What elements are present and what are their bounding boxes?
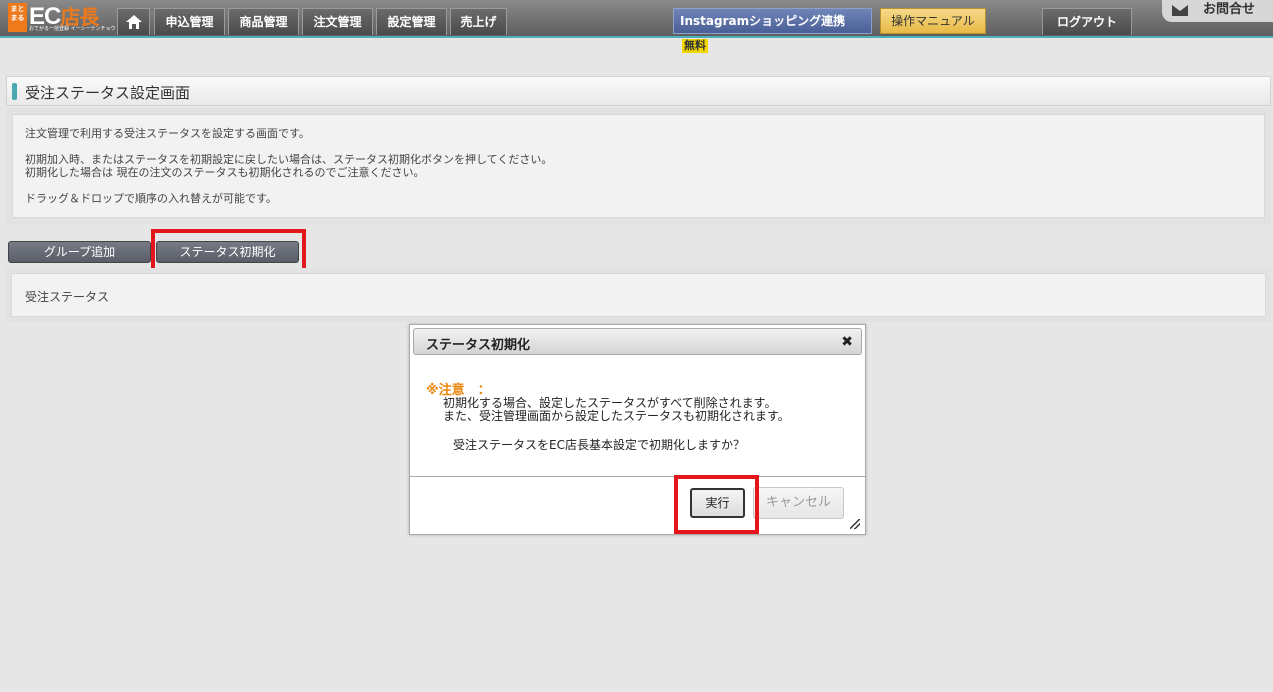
- contact-button[interactable]: お問合せ: [1162, 0, 1273, 22]
- ec-tencho-logo[interactable]: まとまる EC店長 おてがる一括登録 イーシーテンチョウ: [8, 3, 116, 33]
- reset-status-button[interactable]: ステータス初期化: [156, 241, 299, 263]
- dialog-titlebar[interactable]: ステータス初期化 ✖: [413, 328, 862, 355]
- description-line: 初期化した場合は 現在の注文のステータスも初期化されるのでご注意ください。: [25, 166, 425, 179]
- page-header: 受注ステータス設定画面: [6, 76, 1271, 106]
- description-line: ドラッグ＆ドロップで順序の入れ替えが可能です。: [25, 192, 277, 205]
- nav-application-management[interactable]: 申込管理: [154, 8, 225, 35]
- title-accent-bar: [12, 83, 17, 100]
- description-line: 注文管理で利用する受注ステータスを設定する画面です。: [25, 127, 310, 140]
- logout-button[interactable]: ログアウト: [1042, 8, 1132, 35]
- contact-label: お問合せ: [1203, 2, 1256, 17]
- instagram-shopping-link-button[interactable]: Instagramショッピング連携無料: [673, 8, 872, 53]
- execute-button[interactable]: 実行: [690, 488, 745, 518]
- free-badge: 無料: [682, 39, 708, 53]
- description-line: 初期加入時、またはステータスを初期設定に戻したい場合は、ステータス初期化ボタンを…: [25, 153, 553, 166]
- close-icon[interactable]: ✖: [841, 333, 853, 351]
- dialog-body: ※注意 ： 初期化する場合、設定したステータスがすべて削除されます。 また、受注…: [410, 355, 865, 477]
- page-title: 受注ステータス設定画面: [25, 84, 191, 102]
- mail-icon: [1172, 5, 1188, 16]
- add-group-button[interactable]: グループ追加: [8, 241, 151, 263]
- operation-manual-button[interactable]: 操作マニュアル: [880, 8, 986, 34]
- order-status-panel: 受注ステータス: [6, 268, 1271, 322]
- instagram-label: Instagramショッピング連携: [680, 14, 846, 28]
- nav-settings-management[interactable]: 設定管理: [376, 8, 447, 35]
- order-status-label: 受注ステータス: [11, 273, 1266, 317]
- home-icon: [125, 15, 142, 29]
- logo-subtitle: おてがる一括登録 イーシーテンチョウ: [29, 26, 116, 32]
- warning-line: また、受注管理画面から設定したステータスも初期化されます。: [443, 409, 790, 423]
- description-content: 注文管理で利用する受注ステータスを設定する画面です。 初期加入時、またはステータ…: [12, 114, 1265, 218]
- description-panel: 注文管理で利用する受注ステータスを設定する画面です。 初期加入時、またはステータ…: [6, 108, 1271, 224]
- home-button[interactable]: [117, 8, 150, 35]
- confirm-message: 受注ステータスをEC店長基本設定で初期化しますか？: [453, 438, 745, 452]
- dialog-title: ステータス初期化: [426, 338, 531, 353]
- nav-sales[interactable]: 売上げ: [450, 8, 507, 35]
- resize-grip-icon[interactable]: [850, 519, 860, 529]
- nav-order-management[interactable]: 注文管理: [302, 8, 373, 35]
- cancel-button[interactable]: キャンセル: [753, 487, 844, 519]
- logo-badge: まとまる: [8, 3, 27, 32]
- top-navigation-bar: まとまる EC店長 おてがる一括登録 イーシーテンチョウ 申込管理 商品管理 注…: [0, 0, 1273, 53]
- nav-product-management[interactable]: 商品管理: [228, 8, 299, 35]
